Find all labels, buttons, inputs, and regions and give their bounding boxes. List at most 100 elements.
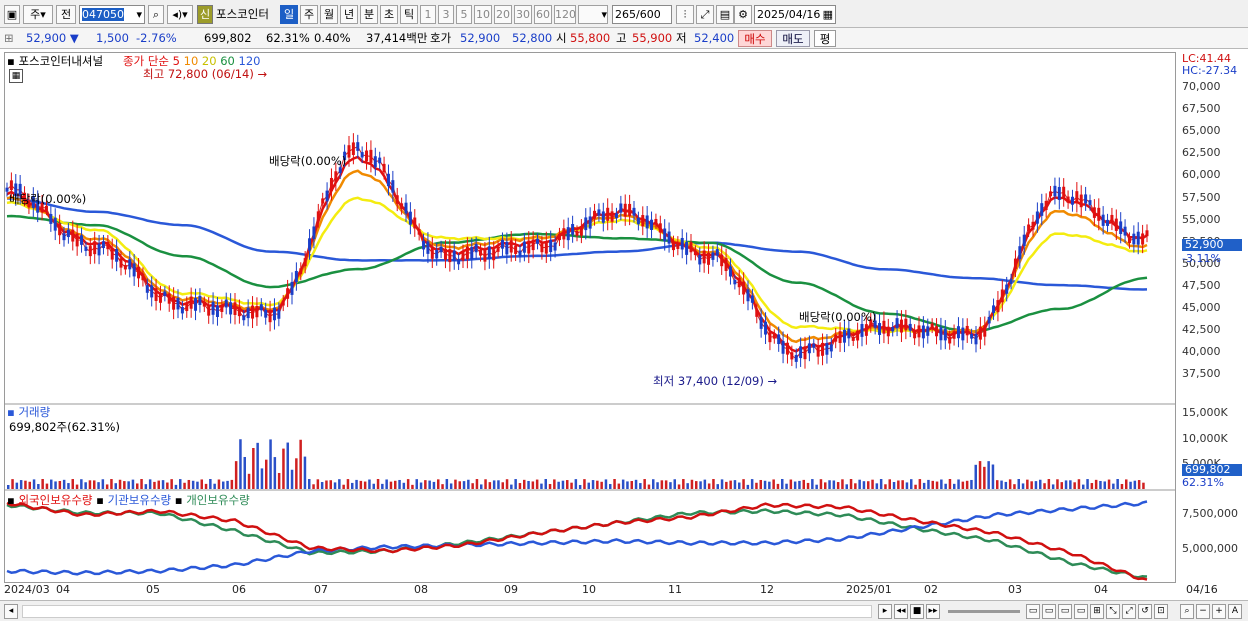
candle-body <box>514 245 518 254</box>
view-icon-1[interactable]: ▭ <box>1026 604 1040 619</box>
scroll-right-icon[interactable]: ▸ <box>878 604 892 619</box>
search-zoom-icon[interactable]: ⌕ <box>1180 604 1194 619</box>
volume-bar <box>987 461 990 489</box>
buy-button[interactable]: 매수 <box>738 30 772 47</box>
tab-tick[interactable]: 틱 <box>400 5 418 24</box>
candle-body <box>356 142 360 151</box>
interval-10[interactable]: 10 <box>474 5 492 24</box>
candle-body <box>728 266 732 277</box>
stop-icon[interactable]: ■ <box>910 604 924 619</box>
mode-select[interactable]: 주▾ <box>23 5 53 24</box>
scroll-left-icon[interactable]: ◂ <box>4 604 18 619</box>
vol-tick-15000k: 15,000K <box>1182 406 1228 419</box>
view-icon-7[interactable]: ⤢ <box>1122 604 1136 619</box>
interval-dropdown[interactable]: ▾ <box>578 5 608 24</box>
candle-body <box>851 336 855 341</box>
volume-bar <box>553 479 556 489</box>
view-icon-2[interactable]: ▭ <box>1042 604 1056 619</box>
candle-body <box>593 210 597 219</box>
search-icon[interactable]: ⌕ <box>148 5 164 24</box>
candle-body <box>750 295 754 303</box>
view-icon-5[interactable]: ⊞ <box>1090 604 1104 619</box>
volume-bar <box>806 482 810 489</box>
speaker-icon[interactable]: ◂)▾ <box>167 5 193 24</box>
volume-bar <box>480 484 483 489</box>
volume-bar <box>957 479 960 489</box>
zoom-in-icon[interactable]: + <box>1212 604 1226 619</box>
volume-bar <box>772 479 775 489</box>
candle-body <box>1141 233 1145 245</box>
count-field[interactable]: 265/600 <box>612 5 672 24</box>
interval-20[interactable]: 20 <box>494 5 512 24</box>
tab-minute[interactable]: 분 <box>360 5 378 24</box>
view-icon-3[interactable]: ▭ <box>1058 604 1072 619</box>
x-label: 06 <box>232 583 246 596</box>
volume-bar <box>695 481 698 489</box>
save-icon[interactable]: ▤ <box>716 5 734 24</box>
scroll-bar[interactable]: ◂ ▸ ◂◂ ■ ▸▸ ▭ ▭ ▭ ▭ ⊞ ⤡ ⤢ ↺ ⊡ ⌕ − + A <box>0 600 1248 621</box>
view-icon-4[interactable]: ▭ <box>1074 604 1088 619</box>
price-change-axis: -3.11% <box>1182 252 1221 265</box>
volume-bar <box>492 480 496 489</box>
volume-bar <box>656 482 659 489</box>
tab-month[interactable]: 월 <box>320 5 338 24</box>
candle-body <box>1088 200 1092 206</box>
tab-week[interactable]: 주 <box>300 5 318 24</box>
low-price: 52,400 <box>694 31 735 45</box>
volume-bar <box>273 457 277 489</box>
chart-area[interactable]: ▪ 포스코인터내셔널 종가 단순 5 10 20 60 120 ▦ 최고 72,… <box>4 52 1177 583</box>
layout-icon[interactable]: ▣ <box>4 5 20 24</box>
chart-type-icon[interactable]: ⫶ <box>676 5 694 24</box>
candle-body <box>895 318 899 329</box>
view-icon-8[interactable]: ↺ <box>1138 604 1152 619</box>
forward-icon[interactable]: ▸▸ <box>926 604 940 619</box>
tree-icon[interactable]: ⊞ <box>4 30 18 47</box>
calendar-icon[interactable]: ▦ <box>823 6 833 23</box>
candle-body <box>259 304 263 311</box>
volume-bar <box>381 483 384 489</box>
interval-30[interactable]: 30 <box>514 5 532 24</box>
candle-body <box>518 250 522 257</box>
tab-second[interactable]: 초 <box>380 5 398 24</box>
interval-5[interactable]: 5 <box>456 5 472 24</box>
zoom-out-icon[interactable]: − <box>1196 604 1210 619</box>
candle-body <box>956 326 960 339</box>
volume-bar <box>329 480 332 489</box>
volume-bar <box>50 479 53 489</box>
date-field[interactable]: 2025/04/16 ▦ <box>754 5 836 24</box>
candle-body <box>101 241 105 249</box>
candle-body <box>391 180 395 193</box>
volume-bar <box>690 479 694 489</box>
candle-body <box>658 223 662 233</box>
view-icon-9[interactable]: ⊡ <box>1154 604 1168 619</box>
eval-button[interactable]: 평 <box>814 30 836 47</box>
candle-body <box>224 299 228 308</box>
tab-day[interactable]: 일 <box>280 5 298 24</box>
candle-body <box>167 293 171 304</box>
grid-icon[interactable]: ▦ <box>9 69 23 83</box>
volume-bar <box>488 482 492 489</box>
interval-3[interactable]: 3 <box>438 5 454 24</box>
view-icon-6[interactable]: ⤡ <box>1106 604 1120 619</box>
stock-name-legend: ▪ 포스코인터내셔널 <box>7 54 104 68</box>
prev-button[interactable]: 전 <box>56 5 76 24</box>
volume-bar <box>41 479 44 489</box>
volume-bar <box>574 479 578 489</box>
price-tick: 42,500 <box>1182 323 1221 337</box>
tab-year[interactable]: 년 <box>340 5 358 24</box>
candle-body <box>663 228 667 242</box>
zoom-slider[interactable] <box>948 610 1020 613</box>
scroll-track[interactable] <box>22 605 872 618</box>
interval-1[interactable]: 1 <box>420 5 436 24</box>
volume-bar <box>501 482 504 489</box>
font-size-icon[interactable]: A <box>1228 604 1242 619</box>
draw-tool-icon[interactable]: ⤢ <box>696 5 714 24</box>
candle-body <box>395 195 399 204</box>
gear-icon[interactable]: ⚙ <box>734 5 752 24</box>
dividend-note-1: 배당락(0.00%) <box>9 192 87 206</box>
sell-button[interactable]: 매도 <box>776 30 810 47</box>
stock-code-input[interactable]: 047050 ▾ <box>79 5 145 24</box>
rewind-icon[interactable]: ◂◂ <box>894 604 908 619</box>
interval-60[interactable]: 60 <box>534 5 552 24</box>
interval-120[interactable]: 120 <box>554 5 576 24</box>
